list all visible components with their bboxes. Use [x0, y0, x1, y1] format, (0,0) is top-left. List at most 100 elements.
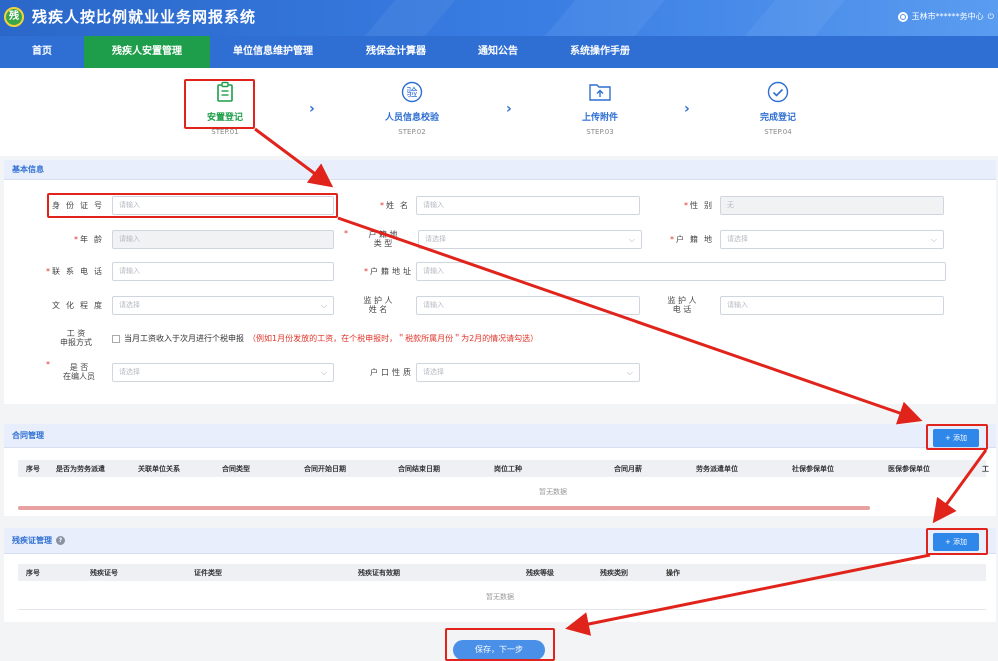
step-3[interactable]: 上传附件 STEP.03: [555, 78, 645, 136]
step-4[interactable]: 完成登记 STEP.04: [733, 78, 823, 136]
check-circle-icon: [733, 78, 823, 106]
chevron-down-icon: ⌵: [626, 368, 633, 377]
column-header: 社保参保单位: [792, 464, 834, 473]
header-decoration: [364, 0, 456, 36]
annotation-box: [926, 528, 988, 555]
address-row: * 户籍地址 请输入: [344, 262, 946, 281]
contract-empty: 暂无数据: [539, 488, 567, 496]
help-icon: ?: [56, 536, 65, 545]
required-mark: *: [74, 235, 78, 244]
section-title: 残疾证管理?: [4, 528, 996, 554]
education-select[interactable]: 请选择 ⌵: [112, 296, 334, 315]
section-title: 合同管理: [4, 424, 996, 448]
label-line: 是 否: [69, 363, 89, 372]
name-label: * 姓名: [344, 200, 414, 211]
app-header: 残 残疾人按比例就业业务网报系统 玉林市******务中心 ⏻: [0, 0, 998, 36]
column-header: 医保参保单位: [888, 464, 930, 473]
disability-table-header: 序号 残疾证号 证件类型 残疾证有效期 残疾等级 残疾类别 操作: [18, 564, 986, 581]
verify-glyph: 验: [407, 85, 418, 99]
step-number: STEP.04: [764, 128, 792, 136]
step-2[interactable]: 验 人员信息校验 STEP.02: [367, 78, 457, 136]
user-area[interactable]: 玉林市******务中心 ⏻: [897, 11, 994, 22]
required-mark: *: [684, 201, 688, 210]
step-number: STEP.02: [398, 128, 426, 136]
column-header: 序号: [26, 464, 40, 473]
name-row: * 姓名 请输入: [344, 196, 640, 215]
nav-notice[interactable]: 通知公告: [456, 36, 540, 68]
nav-unit-info[interactable]: 单位信息维护管理: [210, 36, 336, 68]
guardian-name-label: 监 护 人姓 名: [344, 293, 412, 317]
chevron-down-icon: ⌵: [320, 367, 327, 377]
guardian-phone-input[interactable]: 请输入: [720, 295, 944, 315]
column-header: 关联单位关系: [138, 464, 180, 473]
power-icon[interactable]: ⏻: [988, 12, 994, 22]
hukou-nature-label: 户口性质: [370, 368, 414, 377]
verify-icon: 验: [367, 78, 457, 106]
nav-home[interactable]: 首页: [0, 36, 84, 68]
gender-field: 无: [720, 196, 944, 215]
select-placeholder: 请选择: [119, 367, 140, 376]
wage-checkbox[interactable]: [112, 334, 120, 343]
guardian-name-input[interactable]: 请输入: [416, 295, 640, 315]
hukou-row: * 户籍地 请选择 ⌵: [648, 230, 944, 249]
chevron-down-icon: ⌵: [930, 235, 937, 244]
phone-input[interactable]: 请输入: [112, 262, 334, 281]
chevron-right-icon: ›: [506, 101, 512, 117]
section-title-text: 残疾证管理: [12, 536, 52, 545]
age-input: 请输入: [112, 230, 334, 249]
label-line: 监 护 人: [667, 296, 697, 305]
address-label-text: 户籍地址: [370, 267, 414, 276]
gender-row: * 性别 无: [648, 196, 944, 215]
hukou-nature-select[interactable]: 请选择 ⌵: [416, 363, 640, 382]
column-header: 是否为劳务派遣: [56, 464, 105, 473]
chevron-down-icon: ⌵: [320, 301, 327, 310]
disability-empty: 暂无数据: [486, 593, 514, 601]
required-mark: *: [344, 229, 348, 238]
label-line: 监 护 人: [363, 296, 393, 305]
app-logo: 残: [4, 7, 24, 27]
annotation-box: [184, 79, 255, 129]
contract-table-header: 序号 是否为劳务派遣 关联单位关系 合同类型 合同开始日期 合同结束日期 岗位工…: [18, 460, 989, 477]
nav-manual[interactable]: 系统操作手册: [540, 36, 660, 68]
phone-label: * 联系电话: [36, 266, 108, 277]
phone-row: * 联系电话 请输入: [36, 262, 334, 281]
step-number: STEP.03: [586, 128, 614, 136]
column-header: 劳务派遣单位: [696, 464, 738, 473]
column-header: 合同开始日期: [304, 464, 346, 473]
annotation-box: [926, 424, 988, 450]
annotation-box: [445, 628, 555, 661]
label-line: 申报方式: [60, 338, 92, 347]
label-line: 电 话: [672, 305, 692, 314]
hukou-select[interactable]: 请选择 ⌵: [720, 230, 944, 249]
step-label: 完成登记: [759, 113, 796, 123]
hukou-type-label: 户 籍 地类 型: [350, 227, 416, 251]
user-icon: [897, 11, 908, 22]
hukou-type-select[interactable]: 请选择 ⌵: [418, 229, 642, 249]
nav-placement[interactable]: 残疾人安置管理: [84, 36, 210, 68]
hukou-nature-row: 户口性质 请选择 ⌵: [344, 363, 640, 382]
wage-option-note: （例如1月份发放的工资，在个税申报时，＂税款所属月份＂为2月的情况请勾选）: [248, 334, 539, 343]
age-label: * 年龄: [36, 234, 108, 245]
nav-calculator[interactable]: 残保金计算器: [336, 36, 456, 68]
required-mark: *: [46, 267, 50, 276]
column-header: 合同结束日期: [398, 464, 440, 473]
column-header: 残疾等级: [526, 568, 554, 577]
staff-row: * 是 否在编人员 请选择 ⌵: [46, 360, 334, 384]
column-header: 合同月薪: [614, 464, 642, 473]
name-input[interactable]: 请输入: [416, 196, 640, 215]
address-input[interactable]: 请输入: [416, 262, 946, 281]
age-label-text: 年龄: [80, 235, 108, 244]
required-mark: *: [670, 235, 674, 244]
guardian-phone-label: 监 护 人电 话: [648, 293, 716, 317]
step-label: 上传附件: [581, 113, 618, 123]
section-title: 基本信息: [4, 160, 996, 180]
staff-label: 是 否在编人员: [50, 360, 108, 384]
header-decoration: [744, 0, 846, 36]
column-header: 工: [982, 464, 989, 473]
table-divider: [18, 609, 986, 610]
horizontal-scrollbar[interactable]: [18, 506, 870, 510]
age-row: * 年龄 请输入: [36, 230, 334, 249]
wage-option: 当月工资收入于次月进行个税申报 （例如1月份发放的工资，在个税申报时，＂税款所属…: [112, 333, 538, 344]
label-line: 户 籍 地: [368, 230, 398, 239]
staff-select[interactable]: 请选择 ⌵: [112, 362, 334, 382]
